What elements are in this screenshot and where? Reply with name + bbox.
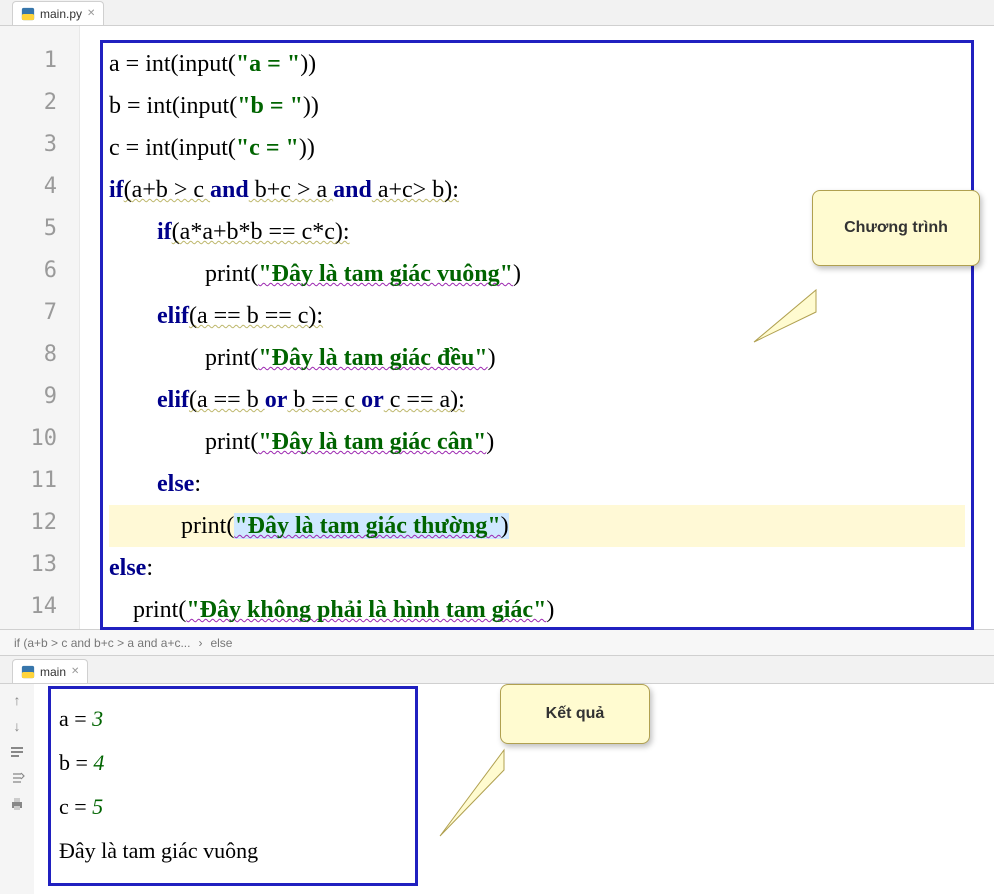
console-toolbar: ↑ ↓: [0, 684, 34, 894]
output-line: a = 3: [59, 697, 407, 741]
code-line[interactable]: print("Đây không phải là hình tam giác"): [109, 589, 965, 631]
line-number: 14: [0, 586, 79, 628]
line-number: 7: [0, 292, 79, 334]
code-line[interactable]: print("Đây là tam giác đều"): [109, 337, 965, 379]
output-line: c = 5: [59, 785, 407, 829]
callout-tail-icon: [440, 750, 520, 840]
code-editor[interactable]: 1 2 3 4 5 6 7 8 9 10 11 12 13 14 a = int…: [0, 26, 994, 630]
editor-tab-label: main.py: [40, 7, 82, 21]
scroll-to-end-icon[interactable]: [7, 768, 27, 788]
close-icon[interactable]: ✕: [87, 8, 95, 19]
line-number: 11: [0, 460, 79, 502]
line-number: 13: [0, 544, 79, 586]
code-line[interactable]: print("Đây là tam giác cân"): [109, 421, 965, 463]
callout-label: Kết quả: [546, 705, 605, 722]
callout-program: Chương trình: [812, 190, 980, 266]
editor-tabbar: main.py ✕: [0, 0, 994, 26]
python-run-icon: [21, 665, 35, 679]
code-line[interactable]: else:: [109, 463, 965, 505]
breadcrumb-item[interactable]: else: [210, 636, 232, 650]
code-line-current[interactable]: print("Đây là tam giác thường"): [109, 505, 965, 547]
line-number-gutter: 1 2 3 4 5 6 7 8 9 10 11 12 13 14: [0, 26, 80, 629]
callout-label: Chương trình: [844, 219, 948, 236]
console-tabbar: main ✕: [0, 656, 994, 684]
line-number: 9: [0, 376, 79, 418]
code-highlight-box: a = int(input("a = ")) b = int(input("b …: [100, 40, 974, 630]
close-icon[interactable]: ✕: [71, 666, 79, 677]
line-number: 5: [0, 208, 79, 250]
breadcrumb-sep: ›: [198, 636, 202, 650]
breadcrumb-item[interactable]: if (a+b > c and b+c > a and a+c...: [14, 636, 190, 650]
code-line[interactable]: b = int(input("b = ")): [109, 85, 965, 127]
print-icon[interactable]: [7, 794, 27, 814]
output-highlight-box: a = 3 b = 4 c = 5 Đây là tam giác vuông: [48, 686, 418, 886]
callout-result: Kết quả: [500, 684, 650, 744]
line-number: 2: [0, 82, 79, 124]
line-number: 6: [0, 250, 79, 292]
code-line[interactable]: elif(a == b == c):: [109, 295, 965, 337]
editor-tab-main[interactable]: main.py ✕: [12, 1, 104, 25]
line-number: 1: [0, 40, 79, 82]
python-file-icon: [21, 7, 35, 21]
breadcrumb[interactable]: if (a+b > c and b+c > a and a+c... › els…: [0, 630, 994, 656]
code-line[interactable]: c = int(input("c = ")): [109, 127, 965, 169]
output-line: b = 4: [59, 741, 407, 785]
scroll-up-icon[interactable]: ↑: [7, 690, 27, 710]
line-number: 12: [0, 502, 79, 544]
code-line[interactable]: elif(a == b or b == c or c == a):: [109, 379, 965, 421]
code-line[interactable]: a = int(input("a = ")): [109, 43, 965, 85]
console-tab-label: main: [40, 665, 66, 679]
line-number: 8: [0, 334, 79, 376]
callout-tail-icon: [754, 290, 824, 350]
code-area[interactable]: a = int(input("a = ")) b = int(input("b …: [80, 26, 994, 629]
line-number: 4: [0, 166, 79, 208]
console-tab-main[interactable]: main ✕: [12, 659, 88, 683]
soft-wrap-icon[interactable]: [7, 742, 27, 762]
line-number: 10: [0, 418, 79, 460]
scroll-down-icon[interactable]: ↓: [7, 716, 27, 736]
line-number: 3: [0, 124, 79, 166]
code-line[interactable]: else:: [109, 547, 965, 589]
output-line: Đây là tam giác vuông: [59, 829, 407, 873]
